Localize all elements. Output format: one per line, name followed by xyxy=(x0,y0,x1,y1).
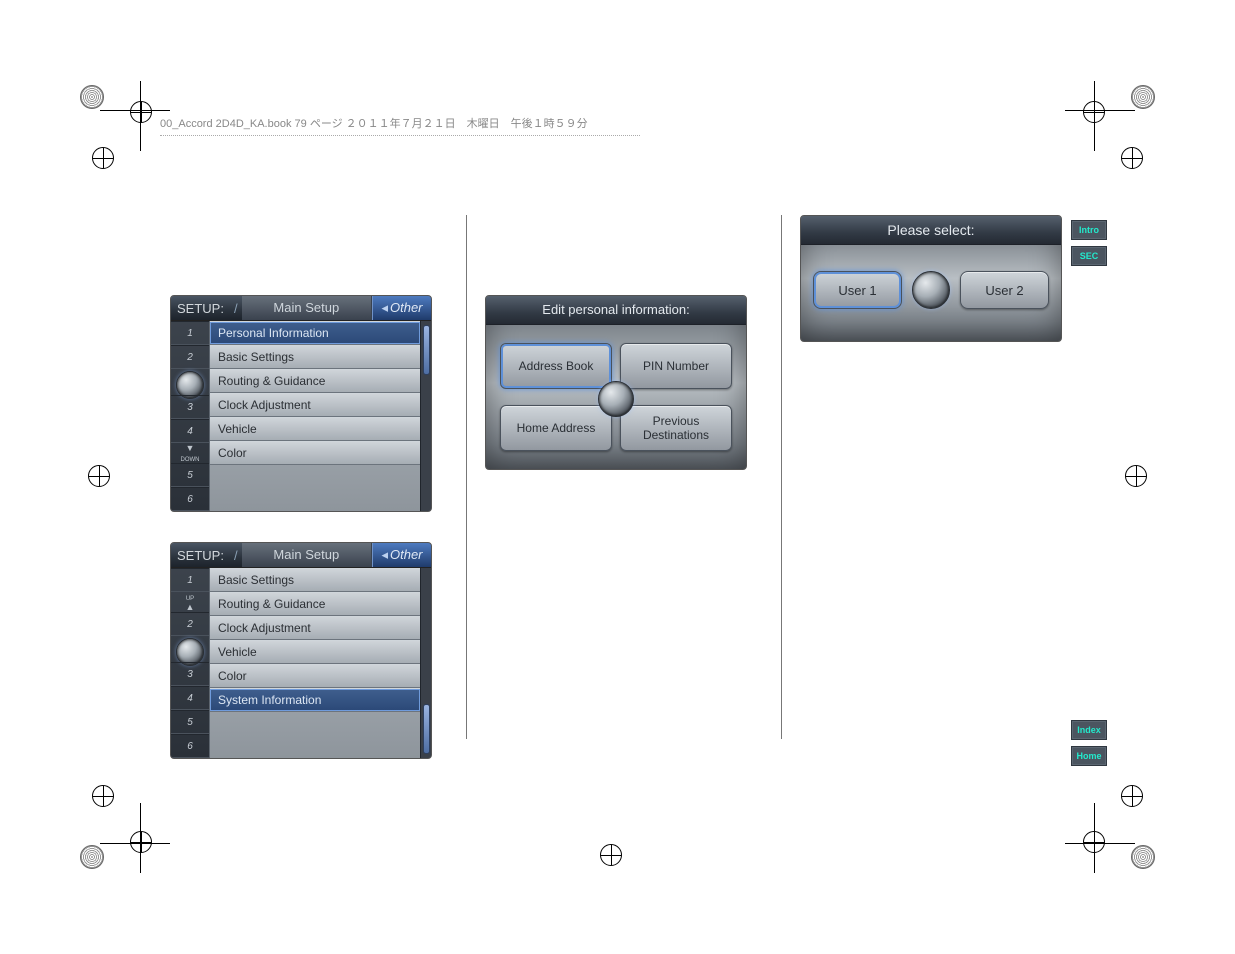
crop-mark-right xyxy=(1125,465,1147,487)
user-select-row: User 1 User 2 xyxy=(801,245,1061,341)
setup1-item-personal-information[interactable]: Personal Information xyxy=(210,321,420,345)
column-2: Edit personal information: Address Book … xyxy=(467,215,782,739)
setup2-label: SETUP: xyxy=(171,548,230,563)
edit-dial-icon[interactable] xyxy=(598,381,634,417)
setup1-num-1: 1 xyxy=(171,321,209,345)
user-dial-icon[interactable] xyxy=(912,271,950,309)
setup2-item-routing-guidance[interactable]: Routing & Guidance xyxy=(210,592,420,616)
setup1-titlebar: SETUP: / Main Setup Other xyxy=(171,296,431,321)
page-header: 00_Accord 2D4D_KA.book 79 ページ ２０１１年７月２１日… xyxy=(160,115,640,136)
setup1-slash: / xyxy=(230,301,242,316)
setup2-number-column: 1 UP ▲ 2 3 4 5 6 xyxy=(171,568,209,758)
setup2-num-3: 3 xyxy=(171,662,209,686)
edit-title: Edit personal information: xyxy=(486,296,746,325)
setup2-num-4: 4 xyxy=(171,686,209,710)
setup2-slash: / xyxy=(230,548,242,563)
setup1-label: SETUP: xyxy=(171,301,230,316)
setup1-num-4: 4 xyxy=(171,419,209,443)
setup1-tab-main[interactable]: Main Setup xyxy=(242,296,372,320)
setup1-num-6: 6 xyxy=(171,487,209,511)
setup2-item-basic-settings[interactable]: Basic Settings xyxy=(210,568,420,592)
crop-mark-bl xyxy=(80,799,150,869)
setup2-num-1: 1 xyxy=(171,568,209,592)
crop-mark-left xyxy=(88,465,110,487)
column-3: Please select: User 1 User 2 xyxy=(782,215,1078,739)
setup2-list: 1 UP ▲ 2 3 4 5 6 Basic Settings xyxy=(171,568,431,758)
edit-personal-info-screen: Edit personal information: Address Book … xyxy=(485,295,747,470)
column-1: SETUP: / Main Setup Other 1 2 3 4 ▼ DOWN xyxy=(170,215,467,739)
setup-screen-2: SETUP: / Main Setup Other 1 UP ▲ 2 3 xyxy=(170,542,432,759)
setup2-item-system-information[interactable]: System Information xyxy=(210,688,420,712)
setup1-item-basic-settings[interactable]: Basic Settings xyxy=(210,345,420,369)
setup2-titlebar: SETUP: / Main Setup Other xyxy=(171,543,431,568)
crop-mark-br xyxy=(1085,799,1155,869)
setup-screen-1: SETUP: / Main Setup Other 1 2 3 4 ▼ DOWN xyxy=(170,295,432,512)
setup1-num-3: 3 xyxy=(171,395,209,419)
setup2-item-clock-adjustment[interactable]: Clock Adjustment xyxy=(210,616,420,640)
setup2-tab-main[interactable]: Main Setup xyxy=(242,543,372,567)
edit-options: Address Book PIN Number Home Address Pre… xyxy=(486,325,746,469)
setup1-down-arrow-icon[interactable]: ▼ DOWN xyxy=(171,443,209,463)
crop-mark-bottom xyxy=(600,844,622,866)
setup1-item-color[interactable]: Color xyxy=(210,441,420,465)
crop-mark-tl xyxy=(80,85,150,155)
page-content: SETUP: / Main Setup Other 1 2 3 4 ▼ DOWN xyxy=(170,215,1065,739)
setup1-num-5: 5 xyxy=(171,463,209,487)
edit-btn-pin-number[interactable]: PIN Number xyxy=(620,343,732,389)
edit-btn-address-book[interactable]: Address Book xyxy=(500,343,612,389)
setup1-number-column: 1 2 3 4 ▼ DOWN 5 6 xyxy=(171,321,209,511)
setup1-item-clock-adjustment[interactable]: Clock Adjustment xyxy=(210,393,420,417)
setup1-num-2: 2 xyxy=(171,345,209,369)
user-btn-user2[interactable]: User 2 xyxy=(960,271,1049,309)
crop-mark-tr xyxy=(1085,85,1155,155)
setup2-num-2: 2 xyxy=(171,612,209,636)
setup2-num-6: 6 xyxy=(171,734,209,758)
side-tab-home[interactable]: Home xyxy=(1071,746,1107,766)
setup1-item-vehicle[interactable]: Vehicle xyxy=(210,417,420,441)
setup1-items: Personal Information Basic Settings Rout… xyxy=(209,321,420,511)
setup2-scrollbar[interactable] xyxy=(420,568,431,758)
setup2-item-vehicle[interactable]: Vehicle xyxy=(210,640,420,664)
setup2-up-arrow-icon[interactable]: UP ▲ xyxy=(171,592,209,612)
setup2-item-color[interactable]: Color xyxy=(210,664,420,688)
setup2-num-5: 5 xyxy=(171,710,209,734)
setup2-tab-other[interactable]: Other xyxy=(372,543,431,567)
edit-btn-previous-destinations[interactable]: Previous Destinations xyxy=(620,405,732,451)
setup2-items: Basic Settings Routing & Guidance Clock … xyxy=(209,568,420,758)
setup1-tab-other[interactable]: Other xyxy=(372,296,431,320)
user-btn-user1[interactable]: User 1 xyxy=(813,271,902,309)
user-select-screen: Please select: User 1 User 2 xyxy=(800,215,1062,342)
edit-btn-home-address[interactable]: Home Address xyxy=(500,405,612,451)
user-select-title: Please select: xyxy=(801,216,1061,245)
setup1-scrollbar[interactable] xyxy=(420,321,431,511)
setup1-item-routing-guidance[interactable]: Routing & Guidance xyxy=(210,369,420,393)
setup1-list: 1 2 3 4 ▼ DOWN 5 6 Personal Information xyxy=(171,321,431,511)
